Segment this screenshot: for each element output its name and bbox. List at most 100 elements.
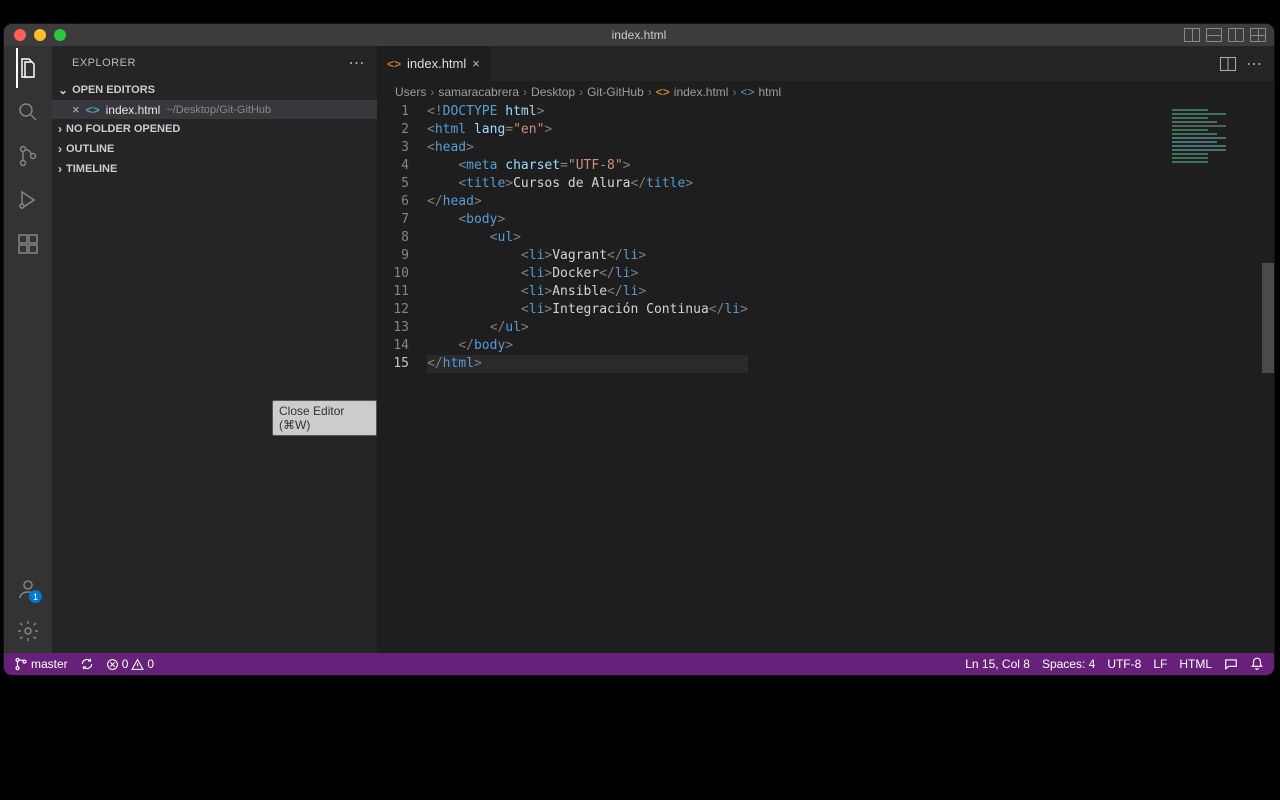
- line-number: 10: [377, 265, 409, 283]
- code-line[interactable]: <title>Cursos de Alura</title>: [427, 175, 748, 193]
- tab-label: index.html: [407, 56, 466, 71]
- section-label: TIMELINE: [66, 163, 117, 175]
- titlebar[interactable]: index.html: [4, 24, 1274, 46]
- close-editor-tooltip: Close Editor (⌘W): [272, 400, 377, 436]
- section-outline[interactable]: › OUTLINE: [52, 139, 377, 159]
- breadcrumb[interactable]: Users› samaracabrera› Desktop› Git-GitHu…: [377, 81, 1274, 103]
- chevron-down-icon: ⌄: [58, 83, 68, 97]
- code-line[interactable]: <head>: [427, 139, 748, 157]
- close-editor-icon[interactable]: ×: [72, 102, 80, 117]
- line-number: 6: [377, 193, 409, 211]
- warning-count: 0: [147, 657, 154, 671]
- breadcrumb-item[interactable]: html: [759, 85, 782, 99]
- html-file-icon: <>: [86, 103, 100, 117]
- code-line[interactable]: <!DOCTYPE html>: [427, 103, 748, 121]
- code-content[interactable]: <!DOCTYPE html><html lang="en"><head> <m…: [427, 103, 748, 653]
- language-mode-status[interactable]: HTML: [1173, 657, 1218, 671]
- toggle-secondary-sidebar-icon[interactable]: [1228, 28, 1244, 42]
- cursor-position-status[interactable]: Ln 15, Col 8: [959, 657, 1036, 671]
- code-line[interactable]: <li>Integración Continua</li>: [427, 301, 748, 319]
- open-editor-item[interactable]: × <> index.html ~/Desktop/Git-GitHub: [52, 100, 377, 119]
- branch-name: master: [31, 657, 68, 671]
- sidebar-header: EXPLORER ⋯: [52, 46, 377, 80]
- line-number: 8: [377, 229, 409, 247]
- sync-status[interactable]: [74, 657, 100, 671]
- vertical-scrollbar[interactable]: [1262, 263, 1274, 373]
- breadcrumb-item[interactable]: index.html: [674, 85, 729, 99]
- section-label: NO FOLDER OPENED: [66, 123, 180, 135]
- accounts-badge: 1: [29, 590, 42, 603]
- sidebar-more-icon[interactable]: ⋯: [349, 53, 366, 73]
- editor-group: <> index.html × ⋯ Users› samaracabrera› …: [377, 46, 1274, 653]
- line-number: 1: [377, 103, 409, 121]
- toggle-primary-sidebar-icon[interactable]: [1184, 28, 1200, 42]
- code-editor[interactable]: 123456789101112131415 <!DOCTYPE html><ht…: [377, 103, 1274, 653]
- line-number: 15: [377, 355, 409, 373]
- code-line[interactable]: </body>: [427, 337, 748, 355]
- section-label: OUTLINE: [66, 143, 114, 155]
- code-line[interactable]: <meta charset="UTF-8">: [427, 157, 748, 175]
- line-number: 7: [377, 211, 409, 229]
- error-count: 0: [122, 657, 129, 671]
- line-number-gutter: 123456789101112131415: [377, 103, 427, 653]
- code-line[interactable]: <body>: [427, 211, 748, 229]
- explorer-sidebar: EXPLORER ⋯ ⌄ OPEN EDITORS × <> index.htm…: [52, 46, 377, 653]
- eol-status[interactable]: LF: [1147, 657, 1173, 671]
- code-line[interactable]: </ul>: [427, 319, 748, 337]
- breadcrumb-item[interactable]: Users: [395, 85, 426, 99]
- run-debug-icon[interactable]: [16, 188, 40, 212]
- problems-status[interactable]: 0 0: [100, 657, 160, 671]
- toggle-panel-icon[interactable]: [1206, 28, 1222, 42]
- editor-tabs: <> index.html × ⋯: [377, 46, 1274, 81]
- search-icon[interactable]: [16, 100, 40, 124]
- minimap[interactable]: [1172, 107, 1262, 167]
- open-editor-path: ~/Desktop/Git-GitHub: [166, 104, 271, 116]
- breadcrumb-item[interactable]: samaracabrera: [438, 85, 519, 99]
- section-label: OPEN EDITORS: [72, 84, 155, 96]
- line-number: 13: [377, 319, 409, 337]
- tab-index-html[interactable]: <> index.html ×: [377, 46, 490, 81]
- status-bar: master 0 0 Ln 15, Col 8 Spaces: 4 UTF-8 …: [4, 653, 1274, 675]
- accounts-icon[interactable]: 1: [16, 577, 40, 601]
- tab-close-icon[interactable]: ×: [472, 56, 480, 71]
- split-editor-icon[interactable]: [1220, 57, 1236, 71]
- line-number: 3: [377, 139, 409, 157]
- titlebar-layout-controls: [1184, 28, 1266, 42]
- chevron-right-icon: ›: [58, 142, 62, 156]
- line-number: 4: [377, 157, 409, 175]
- section-open-editors[interactable]: ⌄ OPEN EDITORS: [52, 80, 377, 100]
- customize-layout-icon[interactable]: [1250, 28, 1266, 42]
- code-line[interactable]: <html lang="en">: [427, 121, 748, 139]
- vscode-window: index.html: [4, 24, 1274, 675]
- git-branch-status[interactable]: master: [8, 657, 74, 671]
- explorer-icon[interactable]: [16, 56, 40, 80]
- encoding-status[interactable]: UTF-8: [1101, 657, 1147, 671]
- html-file-icon: <>: [387, 57, 401, 71]
- breadcrumb-item[interactable]: Desktop: [531, 85, 575, 99]
- code-line[interactable]: </html>: [427, 355, 748, 373]
- code-line[interactable]: <li>Vagrant</li>: [427, 247, 748, 265]
- notifications-icon[interactable]: [1244, 657, 1270, 671]
- section-no-folder[interactable]: › NO FOLDER OPENED: [52, 119, 377, 139]
- code-line[interactable]: <ul>: [427, 229, 748, 247]
- indentation-status[interactable]: Spaces: 4: [1036, 657, 1101, 671]
- workbench-body: 1 EXPLORER ⋯ ⌄ OPEN EDITORS × <> index.h…: [4, 46, 1274, 653]
- code-line[interactable]: </head>: [427, 193, 748, 211]
- activity-bar: 1: [4, 46, 52, 653]
- window-title: index.html: [4, 28, 1274, 42]
- settings-gear-icon[interactable]: [16, 619, 40, 643]
- chevron-right-icon: ›: [58, 122, 62, 136]
- section-timeline[interactable]: › TIMELINE: [52, 159, 377, 179]
- extensions-icon[interactable]: [16, 232, 40, 256]
- line-number: 12: [377, 301, 409, 319]
- code-line[interactable]: <li>Docker</li>: [427, 265, 748, 283]
- chevron-right-icon: ›: [58, 162, 62, 176]
- sidebar-title: EXPLORER: [72, 57, 136, 69]
- breadcrumb-item[interactable]: Git-GitHub: [587, 85, 644, 99]
- html-file-icon: <>: [656, 85, 670, 99]
- code-line[interactable]: <li>Ansible</li>: [427, 283, 748, 301]
- editor-more-icon[interactable]: ⋯: [1246, 54, 1262, 74]
- html-element-icon: <>: [740, 85, 754, 99]
- source-control-icon[interactable]: [16, 144, 40, 168]
- feedback-icon[interactable]: [1218, 657, 1244, 671]
